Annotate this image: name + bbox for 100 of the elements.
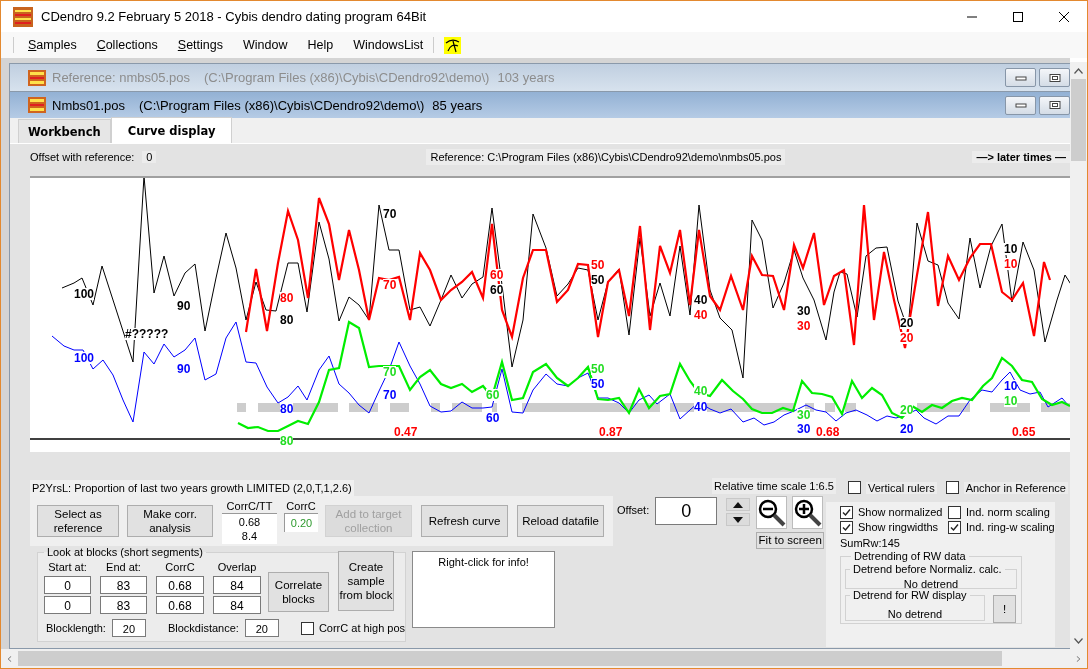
action-button[interactable]: Refresh curve [421, 505, 508, 537]
tab[interactable]: Workbench [18, 119, 111, 143]
block-field[interactable]: 83 [100, 596, 147, 614]
group-title: Detrending of RW data [853, 549, 967, 563]
minimize-icon [1014, 101, 1027, 109]
horizontal-scrollbar[interactable] [1, 649, 1087, 668]
scroll-right-icon [1074, 655, 1083, 662]
checkbox-label: Show normalized [858, 506, 943, 519]
checkbox-label: Show ringwidths [858, 521, 939, 534]
status-text: P2YrsL: Proportion of last two years growth LIMITED (2,0,T,1,2.6) [30, 480, 354, 496]
triangle-down-icon [733, 516, 744, 523]
checkbox-label: Anchor in Reference [963, 481, 1068, 494]
menu-item[interactable]: Help [297, 35, 344, 55]
curve-label: 10 [1004, 395, 1018, 407]
checkbox-label: Vertical rulers [866, 481, 937, 494]
document-path: (C:\Program Files (x86)\Cybis\CDendro92\demo\) [204, 70, 490, 85]
block-field[interactable]: 0.68 [156, 596, 204, 614]
corrc-field: 0.20 [284, 512, 318, 532]
block-field[interactable]: 84 [213, 576, 261, 594]
action-button[interactable]: Select as reference [37, 505, 119, 537]
menu-item[interactable]: Collections [86, 35, 168, 55]
tab[interactable]: Curve display [110, 117, 233, 143]
curve-label: 40 [694, 294, 708, 306]
spin-down-button[interactable] [726, 513, 751, 526]
checkbox[interactable] [948, 505, 961, 519]
checkbox[interactable] [840, 505, 853, 519]
curve-label: 0.65 [1012, 426, 1036, 438]
minimize-icon [1014, 73, 1027, 82]
restore-icon [1048, 73, 1061, 82]
zoom-in-button[interactable] [792, 496, 824, 529]
curve-label: 0.87 [599, 426, 623, 438]
info-button[interactable]: ! [993, 594, 1016, 623]
curve-label: 60 [490, 284, 504, 296]
corrc-tt-value: 8.4 [241, 528, 258, 543]
document-name: Nmbs01.pos [52, 97, 125, 113]
scroll-thumb[interactable] [1071, 79, 1086, 161]
block-field[interactable]: 0.68 [156, 576, 204, 594]
curve-label: 40 [694, 385, 708, 397]
curve-label: 60 [486, 412, 500, 424]
spin-up-button[interactable] [726, 498, 751, 511]
restore-button[interactable] [1039, 68, 1070, 87]
group-title: Detrend for RW display [852, 588, 968, 602]
column-header: CorrC [165, 560, 195, 575]
zoom-out-button[interactable] [756, 496, 788, 529]
offset-field[interactable]: 0 [655, 497, 718, 525]
vertical-scrollbar[interactable] [1070, 62, 1087, 649]
curve-label: 80 [280, 435, 294, 447]
zoom-in-icon [793, 498, 822, 527]
curve-label: 70 [383, 366, 397, 378]
menu-item[interactable]: Window [233, 35, 298, 55]
triangle-up-icon [733, 501, 744, 508]
scroll-up-icon [1074, 67, 1083, 74]
corrc-tt-value: 0.68 [238, 514, 261, 529]
restore-button[interactable] [1039, 95, 1070, 115]
document-icon [28, 69, 46, 86]
checkbox[interactable] [840, 520, 853, 534]
column-header: End at: [106, 560, 141, 575]
curve-label: 30 [797, 409, 811, 421]
menu-item[interactable]: Settings [167, 35, 233, 55]
blockdistance-field[interactable]: 20 [244, 619, 279, 637]
curve-label: 50 [591, 274, 605, 286]
block-field[interactable]: 0 [44, 596, 91, 614]
curve-label: 20 [900, 404, 914, 416]
block-field[interactable]: 83 [100, 576, 147, 594]
checkbox-label: Ind. ring-w scaling [966, 521, 1055, 534]
blockdistance-label: Blockdistance: [167, 622, 239, 634]
menu-item[interactable]: WindowsList [343, 35, 434, 55]
curve-label: 40 [694, 401, 708, 413]
offset-value: 0 [142, 151, 157, 163]
curve-label: 10 [1004, 380, 1018, 392]
checkbox[interactable] [848, 481, 861, 495]
info-box: Right-click for info! [412, 551, 556, 628]
group-title: Look at blocks (short segments) [46, 546, 204, 558]
action-button[interactable]: Make corr. analysis [127, 505, 213, 537]
curve-label: 60 [486, 389, 500, 401]
checkbox[interactable] [300, 621, 314, 635]
restore-icon [1048, 101, 1061, 109]
curve-label: 30 [797, 305, 811, 317]
blocklength-field[interactable]: 20 [111, 619, 146, 637]
curve-label: 0.68 [816, 426, 840, 438]
document-path: (C:\Program Files (x86)\Cybis\CDendro92\demo\) [139, 97, 425, 113]
scroll-thumb[interactable] [18, 651, 1002, 666]
fit-to-screen-button[interactable]: Fit to screen [756, 532, 825, 549]
checkbox[interactable] [945, 481, 959, 495]
curve-label: 100 [74, 288, 95, 300]
curve-label: 20 [900, 332, 914, 344]
block-field[interactable]: 0 [44, 576, 91, 594]
time-scale-label: Relative time scale 1:6.5 [712, 478, 836, 494]
maximize-icon [1012, 10, 1024, 23]
curve-label: 80 [280, 292, 294, 304]
checkbox[interactable] [948, 520, 961, 534]
year-count: 103 years [497, 70, 555, 85]
block-field[interactable]: 84 [213, 596, 261, 614]
curve-label: 30 [797, 423, 811, 435]
action-button[interactable]: Reload datafile [517, 505, 604, 537]
menu-item[interactable]: Samples [18, 35, 87, 55]
correlate-button[interactable]: Correlate blocks [268, 572, 329, 612]
curve-label: 10 [1004, 243, 1018, 255]
create-sample-button[interactable]: Create sample from block [338, 551, 394, 611]
sample-window[interactable] [9, 91, 1070, 649]
